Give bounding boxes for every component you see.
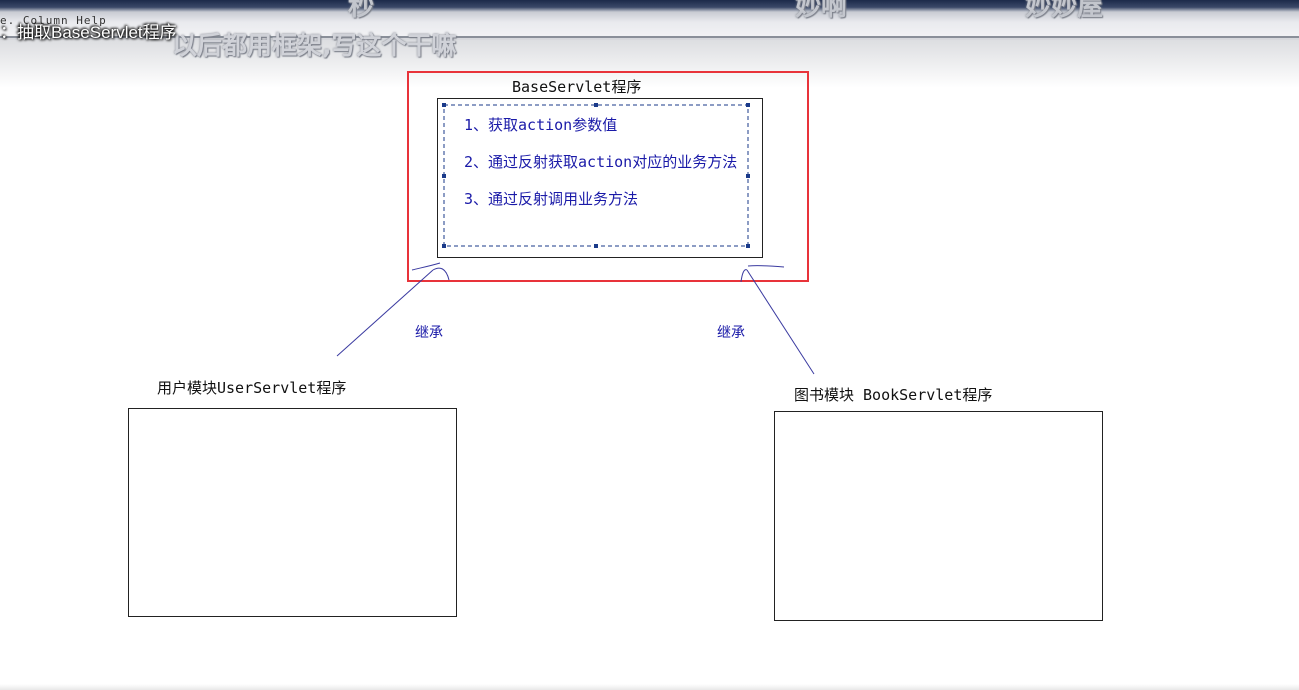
user-servlet-box (128, 408, 457, 617)
inherit-arrow-right (740, 265, 815, 375)
user-servlet-title: 用户模块UserServlet程序 (157, 379, 347, 397)
step-item: 1、获取action参数值 (464, 116, 618, 134)
step-item: 3、通过反射调用业务方法 (464, 190, 639, 208)
book-servlet-box (774, 411, 1103, 621)
inherit-arrow-left (336, 262, 450, 357)
bottom-edge (0, 684, 1299, 690)
inherit-label-right: 继承 (717, 325, 745, 341)
book-servlet-title: 图书模块 BookServlet程序 (794, 386, 993, 404)
base-servlet-steps: 1、获取action参数值 2、通过反射获取action对应的业务方法 3、通过… (464, 116, 746, 227)
inherit-label-left: 继承 (415, 325, 443, 341)
step-item: 2、通过反射获取action对应的业务方法 (464, 153, 738, 171)
